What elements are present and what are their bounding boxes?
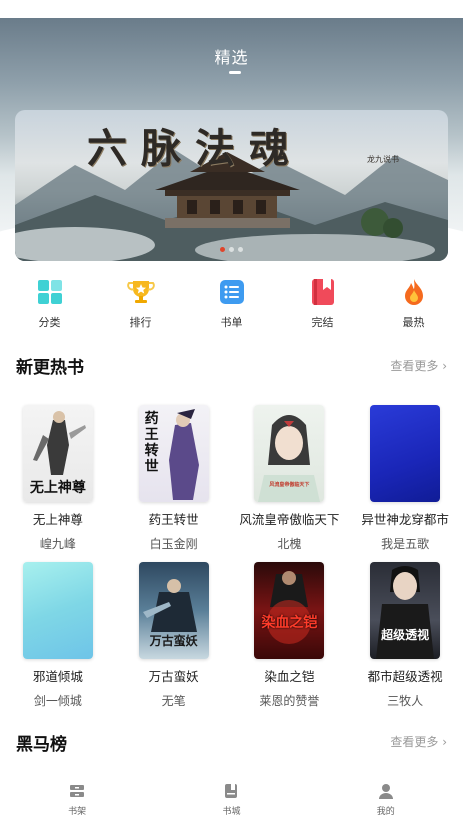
trophy-icon	[126, 278, 155, 306]
book-cover[interactable]: 药王转世	[138, 405, 209, 502]
book-cover[interactable]	[22, 562, 93, 659]
cover-title: 万古蛮妖	[149, 634, 198, 648]
cover-title: 风流皇帝傲临天下	[269, 482, 310, 488]
book-title: 无上神尊	[32, 512, 83, 527]
promo-banner[interactable]: 六脉法魂 龙九说书	[15, 110, 448, 261]
grid-icon	[36, 278, 64, 306]
cover-title: 无上神尊	[29, 480, 86, 496]
book-title: 异世神龙穿都市	[361, 512, 449, 527]
book-title: 都市超级透视	[367, 669, 443, 684]
tab-featured[interactable]: 精选	[0, 44, 463, 68]
book-card[interactable]: 染血之铠 染血之铠 莱恩的赞誉	[232, 562, 348, 709]
category-row: 分类 排行 书单 完结 最热	[0, 278, 463, 334]
book-author: 莱恩的赞誉	[259, 694, 320, 708]
status-bar	[0, 0, 463, 18]
bookstore-icon	[225, 784, 238, 798]
book-title: 风流皇帝傲临天下	[239, 512, 340, 527]
book-card[interactable]: 异世神龙穿都市 我是五歌	[347, 405, 463, 552]
category-hottest[interactable]: 最热	[379, 278, 449, 334]
book-cover[interactable]: 超级透视	[370, 562, 441, 659]
carousel-dot-active[interactable]	[220, 247, 225, 252]
book-card[interactable]: 万古蛮妖 万古蛮妖 无笔	[116, 562, 232, 709]
list-icon	[218, 278, 246, 306]
book-author: 无笔	[161, 694, 186, 708]
carousel-dots	[15, 247, 448, 252]
category-label: 完结	[311, 316, 334, 329]
nav-profile[interactable]: 我的	[346, 776, 426, 823]
carousel-dot[interactable]	[238, 247, 243, 252]
cover-title: 超级透视	[381, 628, 430, 642]
book-cover[interactable]: 万古蛮妖	[138, 562, 209, 659]
book-card[interactable]: 风流皇帝傲临天下 风流皇帝傲临天下 北槐	[232, 405, 348, 552]
banner-title: 六脉法魂	[87, 125, 303, 172]
book-card[interactable]: 无上神尊 无上神尊 崲九峰	[0, 405, 116, 552]
book-author: 崲九峰	[39, 537, 76, 551]
book-cover[interactable]: 无上神尊	[22, 405, 93, 502]
book-title: 万古蛮妖	[148, 669, 199, 684]
section-title-new: 新更热书	[16, 358, 84, 378]
book-author: 北槐	[277, 537, 302, 551]
cover-title: 染血之铠	[261, 615, 318, 631]
book-author: 剑一倾城	[33, 694, 82, 708]
hero-header: 精选 六脉法魂 龙九说书	[0, 18, 463, 280]
section-title-dark-horse: 黑马榜	[16, 735, 67, 755]
tab-underline	[229, 71, 241, 74]
see-more-new[interactable]: 查看更多 ›	[390, 357, 447, 374]
nav-label: 书城	[222, 807, 241, 817]
book-author: 三牧人	[387, 694, 424, 708]
book-grid: 无上神尊 无上神尊 崲九峰 药王转世 药王转世 白玉金刚 风流皇帝傲临天下 风流…	[0, 405, 463, 709]
nav-bookshelf[interactable]: 书架	[37, 776, 117, 823]
banner-subtitle: 龙九说书	[367, 155, 399, 164]
book-card[interactable]: 邪道倾城 剑一倾城	[0, 562, 116, 709]
cover-art	[376, 566, 435, 659]
book-title: 染血之铠	[264, 669, 315, 684]
nav-label: 书架	[68, 807, 87, 817]
cover-art	[267, 571, 312, 644]
bookmark-icon	[309, 278, 337, 306]
bookshelf-icon	[70, 785, 85, 797]
category-label: 书单	[220, 316, 243, 329]
category-classify[interactable]: 分类	[15, 278, 85, 334]
book-title: 邪道倾城	[32, 669, 83, 684]
category-label: 排行	[129, 316, 152, 329]
book-card[interactable]: 超级透视 都市超级透视 三牧人	[347, 562, 463, 709]
book-cover[interactable]: 染血之铠	[254, 562, 325, 659]
bottom-nav: 书架 书城 我的	[0, 776, 463, 823]
category-label: 最热	[402, 316, 425, 329]
book-cover[interactable]	[370, 405, 441, 502]
cover-title: 药王转世	[144, 411, 159, 475]
book-cover[interactable]: 风流皇帝傲临天下	[254, 405, 325, 502]
flame-icon	[400, 278, 428, 306]
carousel-dot[interactable]	[229, 247, 234, 252]
category-booklist[interactable]: 书单	[197, 278, 267, 334]
nav-bookstore[interactable]: 书城	[191, 776, 271, 823]
book-title: 药王转世	[148, 512, 199, 527]
book-author: 白玉金刚	[149, 537, 198, 551]
profile-icon	[378, 784, 393, 799]
category-ranking[interactable]: 排行	[106, 278, 176, 334]
book-author: 我是五歌	[381, 537, 430, 551]
category-completed[interactable]: 完结	[288, 278, 358, 334]
nav-label: 我的	[376, 807, 395, 817]
category-label: 分类	[38, 316, 61, 329]
see-more-dark-horse[interactable]: 查看更多 ›	[390, 733, 447, 750]
book-card[interactable]: 药王转世 药王转世 白玉金刚	[116, 405, 232, 552]
